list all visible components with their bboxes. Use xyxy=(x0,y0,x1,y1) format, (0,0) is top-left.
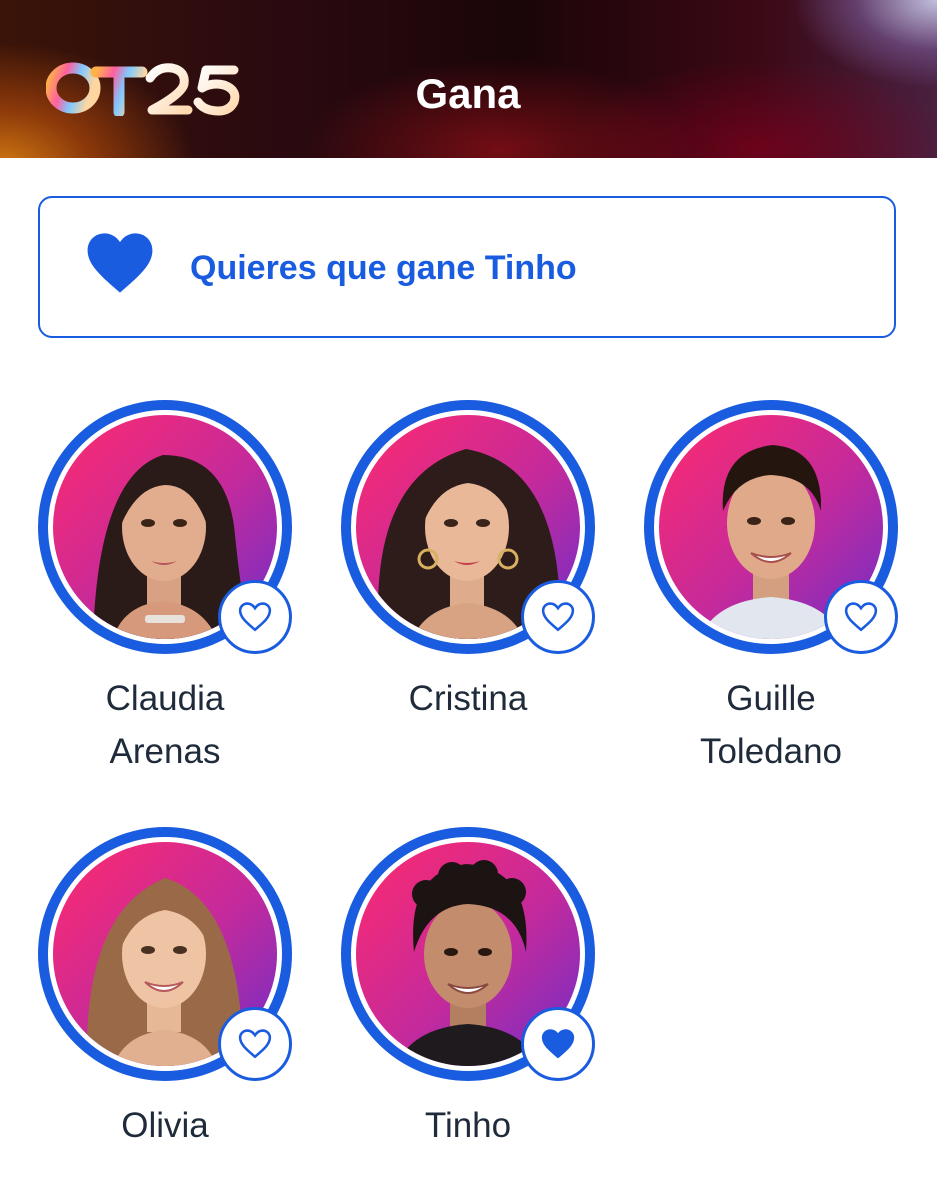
contestant-name: Tinho xyxy=(424,1106,512,1145)
heart-filled-icon xyxy=(541,1029,575,1059)
contestant-name: Cristina xyxy=(408,679,528,718)
vote-button-guille[interactable] xyxy=(824,580,898,654)
contestant-name: Claudia Arenas xyxy=(105,679,225,771)
heart-outline-icon xyxy=(238,1029,272,1059)
vote-button-claudia[interactable] xyxy=(218,580,292,654)
contestant-name: Olivia xyxy=(121,1106,209,1145)
ot25-logo xyxy=(46,62,240,116)
vote-selection-banner: Quieres que gane Tinho xyxy=(38,196,896,338)
heart-outline-icon xyxy=(844,602,878,632)
vote-button-olivia[interactable] xyxy=(218,1007,292,1081)
contestant-name: Guille Toledano xyxy=(699,679,843,771)
vote-button-cristina[interactable] xyxy=(521,580,595,654)
heart-filled-icon xyxy=(87,233,153,293)
heart-outline-icon xyxy=(541,602,575,632)
heart-outline-icon xyxy=(238,602,272,632)
selection-message: Quieres que gane Tinho xyxy=(190,249,577,287)
page-title: Gana xyxy=(415,70,521,117)
app-header: Gana xyxy=(0,0,937,158)
vote-button-tinho[interactable] xyxy=(521,1007,595,1081)
